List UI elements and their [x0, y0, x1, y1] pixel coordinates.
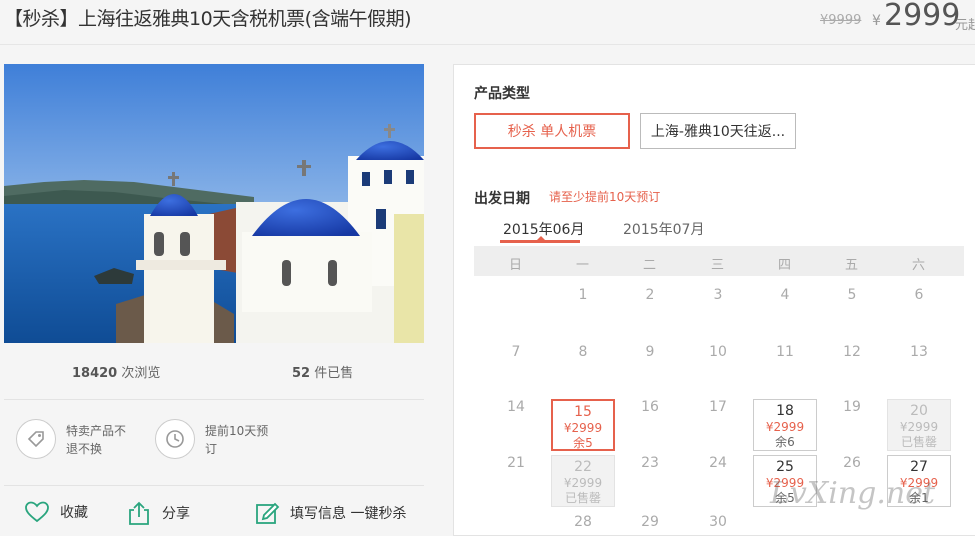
favorite-label: 收藏: [60, 505, 88, 521]
weekday-label: 三: [710, 258, 724, 273]
original-price: ¥9999: [820, 13, 862, 28]
view-count: 18420 次浏览: [72, 362, 160, 381]
watermark: LvXing.net: [770, 476, 936, 511]
calendar-day: 3: [713, 287, 723, 303]
day-number: 22: [574, 459, 592, 475]
day-remaining: 余5: [573, 436, 593, 450]
calendar-day: 5: [847, 287, 857, 303]
option-round-trip[interactable]: 上海-雅典10天往返...: [640, 113, 796, 149]
day-number: 27: [910, 459, 928, 475]
calendar-day: 26: [843, 455, 861, 471]
calendar-day: 12: [843, 344, 861, 360]
calendar-day: 23: [641, 455, 659, 471]
booking-hint: 请至少提前10天预订: [549, 190, 661, 204]
calendar-day: 14: [507, 399, 525, 415]
tag-icon: [16, 419, 56, 459]
fill-info-button[interactable]: 填写信息 一键秒杀: [254, 500, 406, 526]
fill-info-label: 填写信息 一键秒杀: [290, 506, 407, 522]
feature-advance-booking: 提前10天预订: [205, 424, 269, 456]
share-label: 分享: [162, 506, 190, 522]
calendar-day: 19: [843, 399, 861, 415]
day-number: 20: [910, 403, 928, 419]
weekday-label: 五: [844, 258, 858, 273]
day-price: ¥2999: [563, 476, 603, 490]
calendar-day: 8: [578, 344, 588, 360]
calendar-day: 13: [910, 344, 928, 360]
active-tab-pointer: [536, 236, 546, 241]
calendar-day: 11: [776, 344, 794, 360]
day-number: 25: [776, 459, 794, 475]
weekday-label: 六: [911, 258, 925, 273]
share-icon: [129, 501, 149, 525]
view-count-value: 18420: [72, 366, 118, 381]
calendar-day-sold: 20 ¥2999 已售罄: [887, 399, 951, 451]
calendar-day: 21: [507, 455, 525, 471]
divider: [4, 399, 424, 400]
calendar-day: 1: [578, 287, 588, 303]
product-type-label: 产品类型: [474, 86, 530, 102]
calendar-day: 24: [709, 455, 727, 471]
day-price: ¥2999: [563, 421, 603, 435]
day-number: 15: [574, 404, 592, 420]
view-count-label: 次浏览: [121, 366, 161, 381]
day-remaining: 余6: [775, 435, 795, 449]
calendar-day: 9: [645, 344, 655, 360]
tab-month-july[interactable]: 2015年07月: [623, 219, 704, 239]
calendar-day: 16: [641, 399, 659, 415]
sold-count-value: 52: [292, 366, 311, 381]
favorite-button[interactable]: 收藏: [24, 500, 88, 524]
clock-icon: [155, 419, 195, 459]
calendar-day: 4: [780, 287, 790, 303]
day-price: ¥2999: [765, 420, 805, 434]
santorini-image: [4, 64, 424, 343]
product-header: 【秒杀】上海往返雅典10天含税机票(含端午假期) ¥9999 ¥ 2999 元起: [0, 0, 975, 45]
calendar-day-selected[interactable]: 15 ¥2999 余5: [551, 399, 615, 451]
calendar-day: 17: [709, 399, 727, 415]
edit-icon: [256, 502, 280, 524]
price-unit: 元起: [955, 18, 975, 33]
calendar-day-avail[interactable]: 18 ¥2999 余6: [753, 399, 817, 451]
weekday-label: 四: [777, 258, 791, 273]
currency-symbol: ¥: [872, 13, 881, 29]
day-number: 18: [776, 403, 794, 419]
sold-count: 52 件已售: [292, 362, 353, 381]
weekday-label: 二: [642, 258, 656, 273]
option-single-ticket[interactable]: 秒杀 单人机票: [474, 113, 630, 149]
weekday-label: 一: [575, 258, 589, 273]
calendar-day-sold: 22 ¥2999 已售罄: [551, 455, 615, 507]
divider: [4, 485, 424, 486]
departure-date-label: 出发日期: [474, 191, 530, 207]
sold-count-label: 件已售: [314, 366, 354, 381]
heart-icon: [25, 501, 49, 523]
calendar-day: 2: [645, 287, 655, 303]
current-price: 2999: [884, 0, 961, 33]
day-price: ¥2999: [899, 420, 939, 434]
product-title: 【秒杀】上海往返雅典10天含税机票(含端午假期): [4, 8, 412, 30]
day-remaining: 已售罄: [900, 435, 937, 449]
calendar-day: 6: [914, 287, 924, 303]
calendar-day: 10: [709, 344, 727, 360]
feature-no-refund: 特卖产品不退不换: [66, 424, 127, 456]
share-button[interactable]: 分享: [126, 500, 190, 526]
day-remaining: 已售罄: [564, 491, 601, 505]
calendar-day: 7: [511, 344, 521, 360]
product-photo[interactable]: [4, 64, 424, 343]
weekday-label: 日: [508, 258, 522, 273]
